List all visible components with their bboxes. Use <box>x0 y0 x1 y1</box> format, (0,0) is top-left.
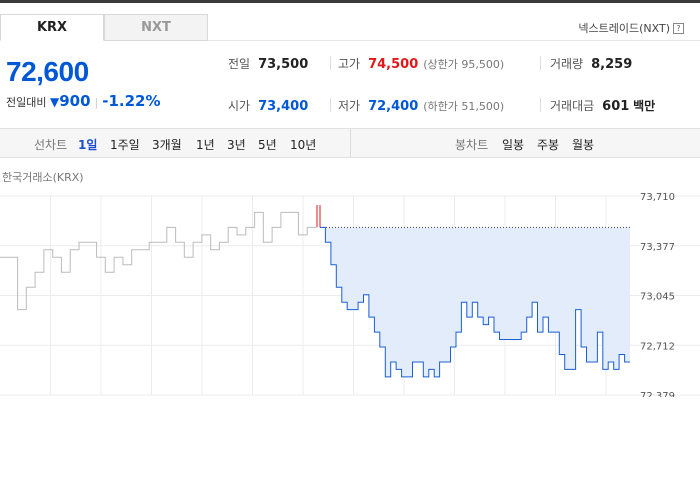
period-1d[interactable]: 1일 <box>78 136 97 153</box>
y-tick-label: 73,377 <box>640 242 675 253</box>
stat-label: 시가 <box>228 99 251 113</box>
candle-monthly[interactable]: 월봉 <box>572 136 594 153</box>
stat-turnover: 거래대금 601 백만 <box>550 97 655 114</box>
stat-open: 시가 73,400 <box>228 97 308 114</box>
stat-upper-limit: (상한가 95,500) <box>423 58 505 71</box>
stat-volume: 거래량 8,259 <box>550 55 632 72</box>
chart-toolbar: 선차트 1일 1주일 3개월 1년 3년 5년 10년 봉차트 일봉 주봉 월봉 <box>0 128 700 158</box>
stat-label: 고가 <box>338 57 361 71</box>
stat-high: 고가 74,500 (상한가 95,500) <box>338 55 504 72</box>
y-tick-label: 73,045 <box>640 292 675 303</box>
stat-lower-limit: (하한가 51,500) <box>423 100 505 113</box>
stat-label: 거래대금 <box>550 99 595 113</box>
price-change: 전일대비 ▼900 | -1.22% <box>6 92 161 110</box>
tab-underline <box>208 40 700 41</box>
stat-value: 601 <box>602 99 630 114</box>
stat-label: 거래량 <box>550 57 584 71</box>
nxt-link-label: 넥스트레이드(NXT) <box>578 22 670 35</box>
change-label: 전일대비 <box>6 96 47 109</box>
divider <box>330 56 331 70</box>
nxt-link[interactable]: 넥스트레이드(NXT)? <box>578 20 684 36</box>
candle-daily[interactable]: 일봉 <box>502 136 524 153</box>
y-tick-label: 72,379 <box>640 391 675 397</box>
down-arrow-icon: ▼ <box>49 95 60 109</box>
chart-title: 한국거래소(KRX) <box>2 171 84 184</box>
divider <box>540 56 541 70</box>
price-chart: 73,710 73,377 73,045 72,712 72,379 <box>0 192 700 397</box>
period-5y[interactable]: 5년 <box>258 136 277 153</box>
toolbar-divider <box>350 129 351 157</box>
period-3y[interactable]: 3년 <box>227 136 246 153</box>
stat-prev-close: 전일 73,500 <box>228 55 308 72</box>
opening-spike <box>316 204 321 228</box>
y-tick-label: 73,710 <box>640 192 675 203</box>
tab-krx[interactable]: KRX <box>0 14 104 41</box>
stat-value: 74,500 <box>368 57 419 72</box>
current-price: 72,600 <box>6 56 89 87</box>
divider <box>330 98 331 112</box>
y-tick-label: 72,712 <box>640 341 675 352</box>
y-axis-ticks: 73,710 73,377 73,045 72,712 72,379 <box>640 192 675 397</box>
stat-unit: 백만 <box>633 99 656 113</box>
candle-weekly[interactable]: 주봉 <box>537 136 559 153</box>
period-1y[interactable]: 1년 <box>196 136 215 153</box>
stat-low: 저가 72,400 (하한가 51,500) <box>338 97 504 114</box>
period-10y[interactable]: 10년 <box>290 136 316 153</box>
line-chart-label: 선차트 <box>34 138 68 152</box>
period-3m[interactable]: 3개월 <box>152 136 182 153</box>
change-percent: -1.22% <box>102 92 161 110</box>
stat-value: 73,500 <box>258 57 309 72</box>
change-value: 900 <box>59 92 91 110</box>
stat-value: 72,400 <box>368 99 419 114</box>
top-border <box>0 0 700 3</box>
period-1w[interactable]: 1주일 <box>110 136 140 153</box>
stat-label: 전일 <box>228 57 251 71</box>
candle-chart-label: 봉차트 <box>455 138 489 152</box>
stat-value: 73,400 <box>258 99 309 114</box>
help-icon[interactable]: ? <box>673 23 684 34</box>
tab-nxt[interactable]: NXT <box>104 14 208 41</box>
divider <box>540 98 541 112</box>
stat-label: 저가 <box>338 99 361 113</box>
change-separator: | <box>94 96 99 109</box>
stat-value: 8,259 <box>591 57 633 72</box>
